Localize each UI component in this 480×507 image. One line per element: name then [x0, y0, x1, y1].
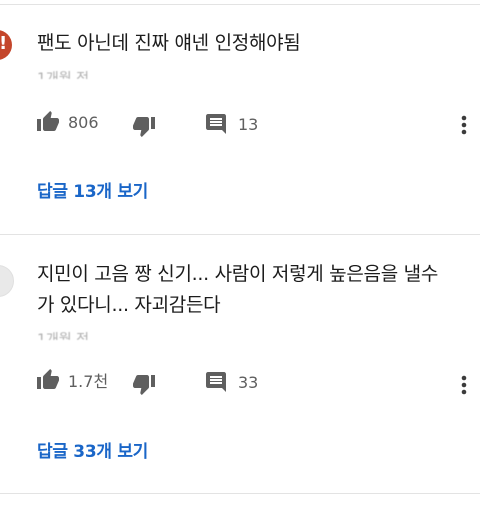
comment-meta: 1개월 전: [37, 332, 89, 340]
like-count: 1.7천: [68, 372, 109, 391]
comment-text: 팬도 아닌데 진짜 얘넨 인정해야됨: [37, 32, 301, 54]
thumb-down-icon: [132, 114, 156, 138]
dislike-button[interactable]: [132, 114, 156, 138]
comment-item: 팬도 아닌데 진짜 얘넨 인정해야됨 1개월 전 806 13 답글 13개 보…: [0, 0, 480, 234]
reply-count: 13: [238, 114, 259, 134]
dislike-button[interactable]: [132, 372, 156, 396]
reply-button[interactable]: 13: [204, 112, 258, 136]
avatar[interactable]: [0, 30, 12, 60]
comment-actions: 806 13: [0, 110, 480, 140]
thumb-up-icon: [36, 368, 60, 392]
like-button[interactable]: 806: [36, 110, 99, 134]
comment-text: 지민이 고음 짱 신기... 사람이 저렇게 높은음을 낼수 가 있다니... …: [37, 263, 438, 316]
reply-button[interactable]: 33: [204, 370, 258, 394]
reply-icon: [204, 112, 228, 136]
more-vert-icon: [460, 113, 468, 137]
more-options-button[interactable]: [460, 373, 468, 397]
avatar[interactable]: [0, 265, 14, 297]
like-button[interactable]: 1.7천: [36, 368, 108, 392]
more-vert-icon: [460, 373, 468, 397]
reply-count: 33: [238, 372, 259, 392]
view-replies-link[interactable]: 답글 13개 보기: [37, 177, 148, 202]
comment-actions: 1.7천 33: [0, 368, 480, 398]
thumb-down-icon: [132, 372, 156, 396]
reply-icon: [204, 370, 228, 394]
thumb-up-icon: [36, 110, 60, 134]
view-replies-link[interactable]: 답글 33개 보기: [37, 437, 148, 462]
comment-meta: 1개월 전: [37, 71, 89, 79]
more-options-button[interactable]: [460, 113, 468, 137]
like-count: 806: [68, 112, 99, 132]
comment-item: 지민이 고음 짱 신기... 사람이 저렇게 높은음을 낼수 가 있다니... …: [0, 235, 480, 493]
comment-divider: [0, 493, 480, 494]
